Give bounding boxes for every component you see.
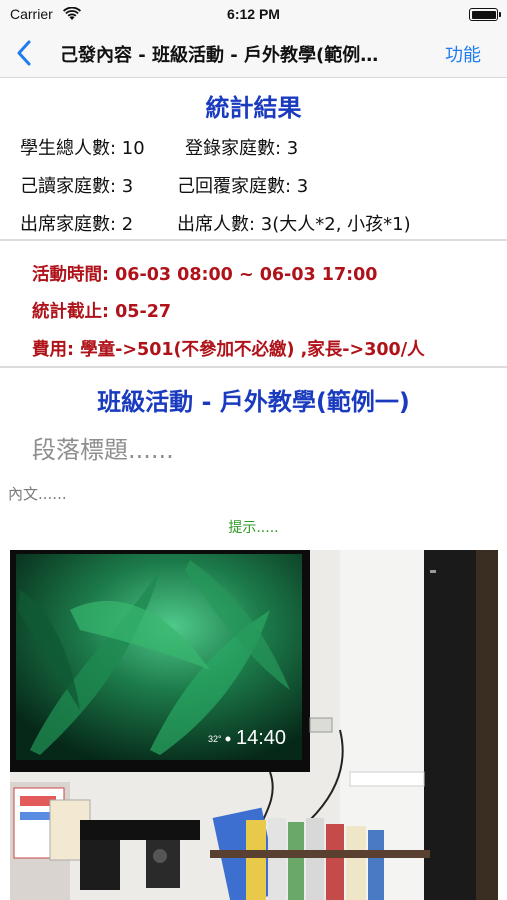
back-button[interactable]	[10, 38, 38, 68]
attendees-count: 出席人數: 3(大人*2, 小孩*1)	[177, 214, 411, 235]
status-time: 6:12 PM	[227, 6, 280, 22]
replied-families: 己回覆家庭數: 3	[177, 176, 309, 197]
total-students: 學生總人數: 10	[20, 138, 145, 159]
navigation-bar: 己發內容 - 班級活動 - 戶外教學(範例… 功能	[0, 28, 507, 78]
attending-families: 出席家庭數: 2	[20, 214, 134, 235]
event-time: 活動時間: 06-03 08:00 ~ 06-03 17:00	[32, 265, 378, 285]
function-button[interactable]: 功能	[445, 41, 481, 67]
tv-clock: 14:40	[236, 727, 286, 749]
registered-families: 登錄家庭數: 3	[185, 138, 299, 159]
hint-text: 提示.....	[228, 520, 279, 536]
read-families: 己讀家庭數: 3	[20, 176, 134, 197]
content-photo[interactable]: 14:40 32°	[10, 550, 498, 900]
status-bar: Carrier 6:12 PM	[0, 0, 507, 28]
divider	[0, 239, 507, 241]
page-title: 己發內容 - 班級活動 - 戶外教學(範例…	[60, 45, 379, 66]
stats-title: 統計結果	[205, 94, 302, 122]
tv-temperature: 32°	[208, 734, 222, 744]
paragraph-title: 段落標題......	[32, 436, 174, 464]
photo-illustration: 14:40 32°	[10, 550, 498, 900]
event-deadline: 統計截止: 05-27	[32, 302, 172, 322]
body-text: 內文......	[8, 485, 67, 503]
chevron-left-icon	[17, 40, 31, 66]
divider	[0, 366, 507, 368]
battery-icon	[469, 8, 501, 21]
event-fee: 費用: 學童->501(不參加不必繳) ,家長->300/人	[32, 340, 425, 360]
activity-title: 班級活動 - 戶外教學(範例一)	[97, 388, 410, 416]
